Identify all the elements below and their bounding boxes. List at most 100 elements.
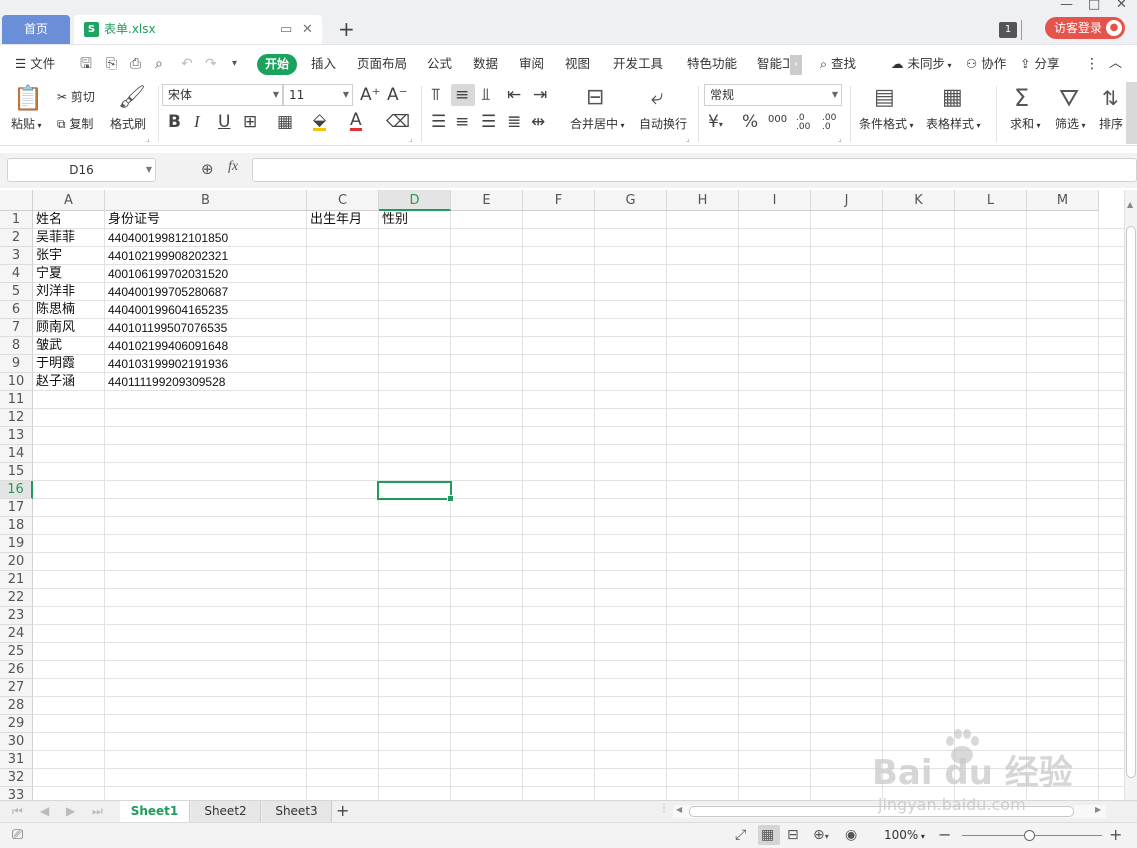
redo-icon[interactable]: ↷	[205, 55, 217, 73]
filter-button[interactable]: 筛选 ▾	[1055, 115, 1086, 132]
tab-developer[interactable]: 开发工具	[613, 45, 663, 83]
distributed-align-icon[interactable]: ⇹	[531, 112, 545, 132]
row-header[interactable]: 33	[0, 787, 33, 800]
clear-format-icon[interactable]: ⌫	[386, 112, 410, 132]
format-painter-button[interactable]: 格式刷	[110, 115, 146, 132]
row-header[interactable]: 14	[0, 445, 33, 463]
close-window-icon[interactable]: ✕	[1116, 0, 1127, 12]
row-header[interactable]: 29	[0, 715, 33, 733]
column-header[interactable]: D	[379, 190, 451, 211]
minimize-icon[interactable]: —	[1060, 0, 1073, 12]
middle-align-icon[interactable]: ≡	[455, 85, 469, 105]
currency-icon[interactable]: ¥▾	[708, 112, 723, 135]
conditional-format-icon[interactable]: ▤	[874, 84, 895, 112]
column-header[interactable]: A	[33, 190, 105, 211]
increase-indent-icon[interactable]: ⇥	[533, 85, 547, 105]
zoom-level[interactable]: 100% ▾	[884, 823, 925, 848]
tab-page-layout[interactable]: 页面布局	[357, 45, 407, 83]
scroll-right-icon[interactable]: ▶	[1095, 805, 1101, 814]
row-header[interactable]: 7	[0, 319, 33, 337]
home-tab[interactable]: 首页	[2, 15, 70, 44]
tab-review[interactable]: 审阅	[519, 45, 544, 83]
align-center-icon[interactable]: ≡	[455, 112, 469, 132]
row-header[interactable]: 28	[0, 697, 33, 715]
percent-button[interactable]: %	[742, 112, 758, 132]
window-count-badge[interactable]: 1	[999, 20, 1022, 40]
undo-icon[interactable]: ↶	[181, 55, 193, 73]
select-all-corner[interactable]	[0, 190, 33, 211]
cell-b6[interactable]: 440400199604165235	[105, 301, 307, 319]
customize-dropdown-icon[interactable]: ▾	[232, 55, 237, 73]
cell-b9[interactable]: 440103199902191936	[105, 355, 307, 373]
tab-insert[interactable]: 插入	[311, 45, 336, 83]
row-header[interactable]: 17	[0, 499, 33, 517]
tab-formulas[interactable]: 公式	[427, 45, 452, 83]
row-header[interactable]: 11	[0, 391, 33, 409]
dialog-launcher-icon[interactable]: ⌟	[146, 134, 150, 143]
last-sheet-icon[interactable]: ⏭	[92, 801, 103, 821]
row-header[interactable]: 18	[0, 517, 33, 535]
align-right-icon[interactable]: ☰	[481, 112, 496, 132]
sync-button[interactable]: ☁ 未同步 ▾	[891, 45, 952, 85]
scroll-left-icon[interactable]: ◀	[676, 805, 682, 814]
column-header[interactable]: G	[595, 190, 667, 211]
zoom-formula-icon[interactable]: ⊕	[201, 160, 214, 178]
cell-a2[interactable]: 吴菲菲	[33, 229, 105, 247]
column-header[interactable]: M	[1027, 190, 1099, 211]
share-button[interactable]: ⇪ 分享	[1020, 45, 1059, 83]
cell-c1[interactable]: 出生年月	[307, 211, 379, 229]
paste-icon[interactable]: 📋	[13, 84, 43, 112]
copy-button[interactable]: ⧉ 复制	[57, 115, 93, 132]
active-cell-selection[interactable]	[377, 481, 454, 502]
sum-icon[interactable]: Σ	[1014, 84, 1029, 112]
row-header[interactable]: 19	[0, 535, 33, 553]
collapse-ribbon-icon[interactable]: ︿	[1109, 45, 1122, 83]
sheet-tab-sheet1[interactable]: Sheet1	[120, 801, 190, 823]
tab-special-features[interactable]: 特色功能	[687, 45, 737, 83]
row-header[interactable]: 13	[0, 427, 33, 445]
tab-view[interactable]: 视图	[565, 45, 590, 83]
scroll-up-icon[interactable]: ▲	[1127, 200, 1133, 209]
row-header[interactable]: 1	[0, 211, 33, 229]
font-size-select[interactable]: 11 ▼	[283, 84, 353, 106]
file-menu[interactable]: ☰ 文件	[15, 45, 55, 83]
format-painter-icon[interactable]: 🖌	[118, 84, 146, 112]
splitter-icon[interactable]: ⋮	[659, 803, 669, 814]
font-name-select[interactable]: 宋体 ▼	[162, 84, 283, 106]
prev-sheet-icon[interactable]: ◀	[40, 801, 49, 821]
full-screen-icon[interactable]: ⤢	[735, 826, 746, 844]
dialog-launcher-icon[interactable]: ⌟	[838, 134, 842, 143]
menu-scroll-right-icon[interactable]: ›	[790, 55, 802, 75]
thousands-separator-button[interactable]: 000	[768, 114, 787, 125]
formula-input[interactable]	[252, 158, 1137, 182]
underline-button[interactable]: U	[218, 112, 230, 132]
cell-d1[interactable]: 性别	[379, 211, 451, 229]
add-sheet-button[interactable]: +	[336, 801, 349, 821]
cell-b7[interactable]: 440101199507076535	[105, 319, 307, 337]
column-header[interactable]: F	[523, 190, 595, 211]
sort-button[interactable]: 排序	[1099, 115, 1126, 132]
export-icon[interactable]: ⎘	[106, 55, 117, 73]
row-header[interactable]: 32	[0, 769, 33, 787]
row-header[interactable]: 23	[0, 607, 33, 625]
paste-button[interactable]: 粘贴 ▾	[11, 115, 42, 132]
row-header[interactable]: 12	[0, 409, 33, 427]
row-header[interactable]: 2	[0, 229, 33, 247]
row-header[interactable]: 22	[0, 589, 33, 607]
filter-icon[interactable]: ⛛	[1059, 84, 1079, 112]
row-header[interactable]: 9	[0, 355, 33, 373]
sort-icon[interactable]: ⇅	[1102, 84, 1119, 112]
font-color-icon[interactable]: A	[350, 112, 362, 131]
print-preview-icon[interactable]: ⌕	[155, 55, 163, 73]
cell-a9[interactable]: 于明霞	[33, 355, 105, 373]
page-break-view-icon[interactable]: ⊟	[787, 826, 799, 844]
cell-b3[interactable]: 440102199908202321	[105, 247, 307, 265]
fill-pattern-icon[interactable]: ▦	[277, 112, 293, 132]
cell-a8[interactable]: 皱武	[33, 337, 105, 355]
cell-b10[interactable]: 440111199209309528	[105, 373, 307, 391]
row-header[interactable]: 5	[0, 283, 33, 301]
cell-b5[interactable]: 440400199705280687	[105, 283, 307, 301]
column-header[interactable]: J	[811, 190, 883, 211]
fill-color-icon[interactable]: ⬙	[313, 112, 327, 131]
column-header[interactable]: E	[451, 190, 523, 211]
